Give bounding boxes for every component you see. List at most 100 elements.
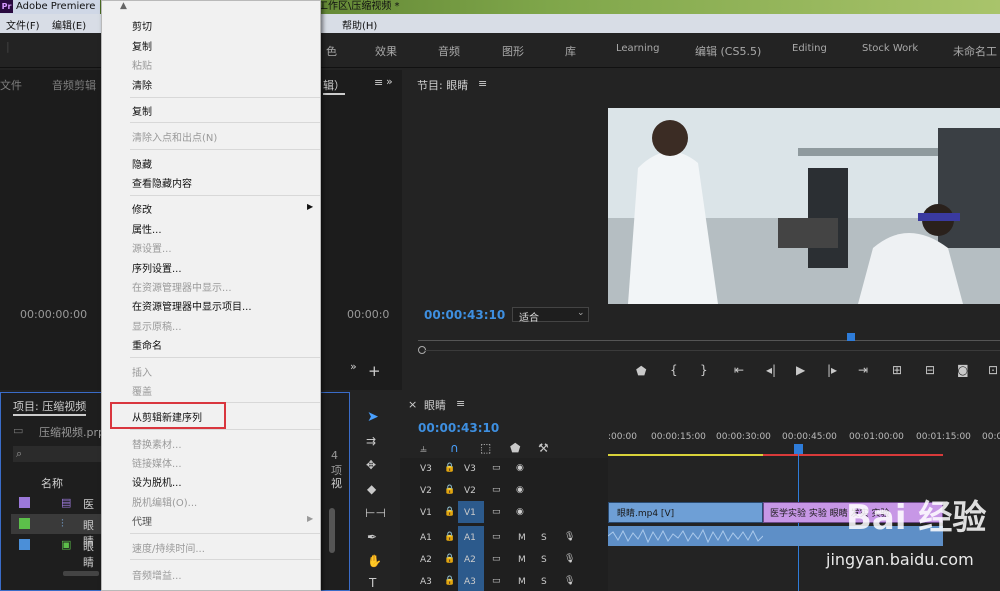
mic-icon[interactable]: 🎙 bbox=[564, 576, 575, 586]
panel-menu-icon[interactable]: ≡ bbox=[374, 76, 383, 89]
menu-item-show-original[interactable]: 显示原稿... bbox=[132, 318, 182, 333]
menu-item-reveal-project[interactable]: 在资源管理器中显示项目... bbox=[132, 298, 252, 313]
mark-out-icon[interactable]: } bbox=[700, 363, 708, 377]
menu-item-edit-offline[interactable]: 脱机编辑(O)... bbox=[132, 494, 197, 509]
scrollbar[interactable] bbox=[329, 508, 335, 553]
menu-item-insert[interactable]: 插入 bbox=[132, 364, 152, 379]
workspace-tab[interactable]: 库 bbox=[565, 43, 576, 59]
menu-item-replace-footage[interactable]: 替换素材... bbox=[132, 436, 182, 451]
workspace-tab[interactable]: 图形 bbox=[502, 43, 524, 59]
solo-icon[interactable]: S bbox=[541, 533, 547, 543]
mute-icon[interactable]: M bbox=[518, 533, 526, 543]
eye-icon[interactable]: ◉ bbox=[516, 463, 524, 473]
eye-icon[interactable]: ◉ bbox=[516, 485, 524, 495]
lock-icon[interactable]: 🔒 bbox=[444, 485, 455, 495]
marker-icon[interactable]: ⬟ bbox=[636, 364, 646, 378]
menu-file[interactable]: 文件(F) bbox=[6, 17, 40, 32]
sync-lock-icon[interactable]: ▭ bbox=[492, 576, 501, 586]
menu-item-overwrite[interactable]: 覆盖 bbox=[132, 383, 152, 398]
list-item[interactable]: ⫶ 眼睛 bbox=[11, 514, 103, 548]
sync-lock-icon[interactable]: ▭ bbox=[492, 507, 501, 517]
lock-icon[interactable]: 🔒 bbox=[444, 532, 455, 542]
menu-item-modify[interactable]: 修改 bbox=[132, 201, 152, 216]
extract-icon[interactable]: ⊟ bbox=[925, 363, 935, 377]
mic-icon[interactable]: 🎙 bbox=[564, 554, 575, 564]
workspace-tab[interactable]: 色 bbox=[326, 43, 337, 59]
menu-item-copy[interactable]: 复制 bbox=[132, 38, 152, 53]
menu-item-view-hidden[interactable]: 查看隐藏内容 bbox=[132, 175, 192, 190]
menu-item-speed-duration[interactable]: 速度/持续时间... bbox=[132, 540, 205, 555]
sync-lock-icon[interactable]: ▭ bbox=[492, 463, 501, 473]
ripple-edit-icon[interactable]: ✥ bbox=[366, 458, 376, 472]
work-area-bar[interactable] bbox=[608, 454, 763, 456]
lock-icon[interactable]: 🔒 bbox=[444, 507, 455, 517]
menu-item-paste[interactable]: 粘贴 bbox=[132, 57, 152, 72]
scroll-up-icon[interactable]: ▲ bbox=[120, 1, 127, 11]
workspace-tab[interactable]: 音频 bbox=[438, 43, 460, 59]
go-to-in-icon[interactable]: ⇤ bbox=[734, 363, 744, 377]
panel-menu-icon[interactable]: ≡ bbox=[478, 77, 487, 90]
workspace-tab[interactable]: 效果 bbox=[375, 43, 397, 59]
expand-icon[interactable]: » bbox=[350, 360, 357, 373]
lift-icon[interactable]: ⊞ bbox=[892, 363, 902, 377]
zoom-bar[interactable] bbox=[424, 350, 1000, 351]
menu-item-rename[interactable]: 重命名 bbox=[132, 337, 162, 352]
mute-icon[interactable]: M bbox=[518, 577, 526, 587]
lock-icon[interactable]: 🔒 bbox=[444, 463, 455, 473]
razor-icon[interactable]: ◆ bbox=[367, 482, 376, 496]
sync-lock-icon[interactable]: ▭ bbox=[492, 485, 501, 495]
solo-icon[interactable]: S bbox=[541, 577, 547, 587]
menu-item-duplicate[interactable]: 复制 bbox=[132, 103, 152, 118]
add-marker-icon[interactable]: ⬟ bbox=[510, 441, 520, 455]
column-right[interactable]: 视 bbox=[331, 475, 342, 491]
menu-item-make-offline[interactable]: 设为脱机... bbox=[132, 474, 182, 489]
snap-icon[interactable]: ∩ bbox=[450, 441, 459, 455]
menu-item-clear-in-out[interactable]: 清除入点和出点(N) bbox=[132, 129, 217, 144]
list-item[interactable]: ▤ 医学 bbox=[11, 493, 103, 527]
scrubber-track[interactable] bbox=[418, 340, 1000, 341]
selection-tool-icon[interactable]: ➤ bbox=[367, 409, 379, 425]
playhead-marker[interactable] bbox=[847, 333, 855, 341]
workspace-tab[interactable]: Editing bbox=[792, 43, 827, 54]
menu-item-reveal-explorer[interactable]: 在资源管理器中显示... bbox=[132, 279, 232, 294]
tab-audio-clip[interactable]: 音频剪辑 bbox=[52, 77, 96, 93]
eye-icon[interactable]: ◉ bbox=[516, 507, 524, 517]
play-icon[interactable]: ▶ bbox=[796, 363, 805, 377]
pen-icon[interactable]: ✒ bbox=[367, 530, 377, 544]
sync-lock-icon[interactable]: ▭ bbox=[492, 554, 501, 564]
type-icon[interactable]: T bbox=[369, 576, 376, 590]
solo-icon[interactable]: S bbox=[541, 555, 547, 565]
mic-icon[interactable]: 🎙 bbox=[564, 532, 575, 542]
sync-lock-icon[interactable]: ▭ bbox=[492, 532, 501, 542]
fit-dropdown[interactable]: 适合 ⌄ bbox=[512, 307, 589, 324]
add-icon[interactable]: + bbox=[368, 362, 381, 380]
workspace-tab[interactable]: 未命名工 bbox=[953, 43, 997, 59]
wrench-icon[interactable]: ⚒ bbox=[538, 441, 549, 455]
hand-icon[interactable]: ✋ bbox=[367, 554, 382, 568]
menu-item-cut[interactable]: 剪切 bbox=[132, 18, 152, 33]
go-to-out-icon[interactable]: ⇥ bbox=[858, 363, 868, 377]
mute-icon[interactable]: M bbox=[518, 555, 526, 565]
close-icon[interactable]: × bbox=[408, 398, 417, 411]
workspace-tab[interactable]: Learning bbox=[616, 43, 659, 54]
lock-icon[interactable]: 🔒 bbox=[444, 576, 455, 586]
tab-files[interactable]: 文件 bbox=[0, 77, 22, 93]
menu-item-clear[interactable]: 清除 bbox=[132, 77, 152, 92]
menu-item-source-settings[interactable]: 源设置... bbox=[132, 240, 172, 255]
column-name[interactable]: 名称 bbox=[41, 475, 63, 491]
mark-in-icon[interactable]: { bbox=[670, 363, 678, 377]
lock-icon[interactable]: 🔒 bbox=[444, 554, 455, 564]
menu-item-proxy[interactable]: 代理 bbox=[132, 513, 152, 528]
menu-item-hide[interactable]: 隐藏 bbox=[132, 156, 152, 171]
menu-edit[interactable]: 编辑(E) bbox=[52, 17, 86, 32]
track-select-icon[interactable]: ⇉ bbox=[366, 434, 376, 448]
expand-icon[interactable]: » bbox=[386, 75, 393, 88]
list-item[interactable]: ▣ 眼睛 bbox=[11, 535, 103, 569]
linked-select-icon[interactable]: ⬚ bbox=[480, 441, 491, 455]
step-forward-icon[interactable]: |▸ bbox=[827, 363, 837, 377]
menu-item-properties[interactable]: 属性... bbox=[132, 221, 162, 236]
video-clip[interactable]: 眼睛.mp4 [V] bbox=[608, 502, 763, 523]
menu-help[interactable]: 帮助(H) bbox=[342, 17, 377, 32]
audio-clip[interactable] bbox=[607, 526, 764, 546]
search-input[interactable]: ⌕ bbox=[13, 446, 103, 462]
